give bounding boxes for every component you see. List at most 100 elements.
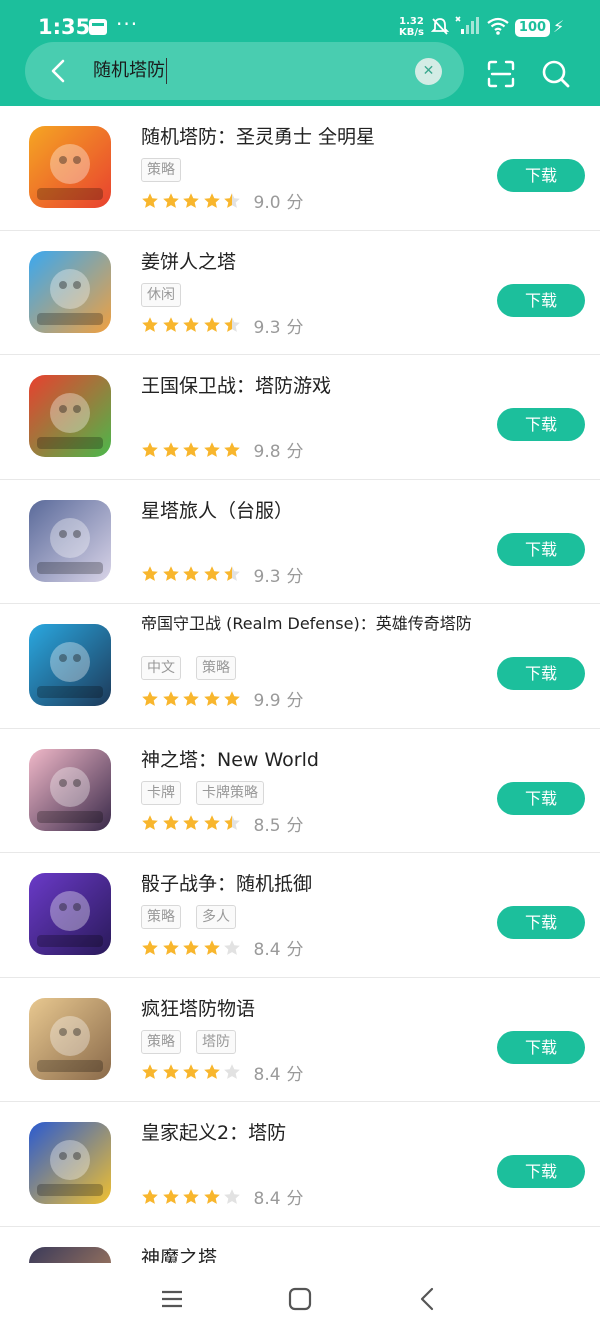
list-item[interactable]: 骰子战争：随机抵御 策略 多人 8.4 分下载 xyxy=(0,853,600,978)
download-button[interactable]: 下载 xyxy=(497,1030,585,1064)
star-icon xyxy=(203,566,220,581)
score-value: 9.9 xyxy=(253,691,281,711)
star-icon xyxy=(142,1064,158,1079)
netmarble-icon[interactable] xyxy=(29,748,111,831)
star-icon xyxy=(162,690,179,706)
home-icon[interactable] xyxy=(286,1285,314,1313)
download-button[interactable]: 下载 xyxy=(497,781,585,815)
list-item[interactable]: 帝国守卫战 (Realm Defense)：英雄传奇塔防 中文 策略 9.9 分下载 xyxy=(0,604,600,729)
list-item[interactable]: 疯狂塔防物语 策略 塔防 8.4 分下载 xyxy=(0,978,600,1102)
rating: 8.4 分 xyxy=(141,1184,304,1209)
list-item[interactable]: 神魔之塔 xyxy=(0,1227,600,1264)
category-tag: 策略 xyxy=(196,656,236,680)
download-button[interactable]: 下载 xyxy=(497,283,585,317)
star-icon xyxy=(224,690,240,706)
app-title[interactable]: 帝国守卫战 (Realm Defense)：英雄传奇塔防 xyxy=(141,612,481,635)
app-screen: 1:35 ··· 1.32 KB/s 100 ⚡ 随机塔防 ✕ 随机塔防：圣灵勇… xyxy=(0,0,600,1333)
app-title[interactable]: 神魔之塔 xyxy=(141,1245,481,1264)
back-nav-icon[interactable] xyxy=(414,1285,442,1313)
search-results-list[interactable]: 随机塔防：圣灵勇士 全明星 策略 9.0 分下载 姜饼人之塔 休闲 9.3 分下载 王国保卫战：… xyxy=(0,106,600,1263)
score-value: 9.3 xyxy=(253,566,281,587)
list-item[interactable]: 王国保卫战：塔防游戏 9.8 分 下载 xyxy=(0,355,600,480)
menu-icon[interactable] xyxy=(158,1285,186,1313)
app-tags: 卡牌 卡牌策略 xyxy=(141,780,279,805)
score-value: 8.4 xyxy=(253,1189,281,1209)
crazy-defense-icon[interactable] xyxy=(29,997,111,1080)
app-title[interactable]: 骰子战争：随机抵御 xyxy=(141,871,481,897)
kingdom-rush-icon[interactable] xyxy=(29,375,111,457)
category-tag: 休闲 xyxy=(141,282,181,307)
star-icon xyxy=(183,815,199,830)
app-title[interactable]: 姜饼人之塔 xyxy=(141,249,481,275)
app-title[interactable]: 皇家起义2：塔防 xyxy=(141,1120,481,1146)
app-tags: 中文 策略 xyxy=(141,656,251,680)
category-tag: 卡牌 xyxy=(141,780,181,805)
download-button[interactable]: 下载 xyxy=(497,906,585,939)
score-unit: 分 xyxy=(286,1064,304,1085)
notification-app-icon xyxy=(89,19,107,35)
app-tags: 策略 xyxy=(141,158,196,182)
download-button[interactable]: 下载 xyxy=(497,159,585,192)
score: 8.5 分 xyxy=(254,811,304,836)
anime-girl-icon[interactable] xyxy=(29,499,111,582)
network-speed: 1.32 KB/s xyxy=(399,16,424,38)
star-icon xyxy=(183,1064,199,1079)
mute-bell-icon xyxy=(430,18,450,35)
star-icon xyxy=(162,815,179,830)
star-icon xyxy=(183,1188,199,1204)
search-box[interactable] xyxy=(25,42,464,100)
app-title[interactable]: 疯狂塔防物语 xyxy=(141,996,481,1022)
realm-defense-icon[interactable] xyxy=(29,624,111,706)
star-icon xyxy=(162,317,179,332)
score: 9.3 分 xyxy=(254,313,304,338)
score-unit: 分 xyxy=(286,940,304,960)
star-icon xyxy=(224,441,240,457)
star-icon xyxy=(203,441,220,457)
back-arrow-icon[interactable] xyxy=(44,56,74,86)
star-icon xyxy=(203,1188,220,1204)
clear-search-button[interactable]: ✕ xyxy=(415,58,442,85)
star-icon xyxy=(224,939,240,955)
search-input[interactable]: 随机塔防 xyxy=(93,58,167,84)
list-item[interactable]: 皇家起义2：塔防 8.4 分 下载 xyxy=(0,1102,600,1227)
cellular-signal-icon xyxy=(455,16,479,34)
score: 9.8 分 xyxy=(254,437,304,462)
list-item[interactable]: 随机塔防：圣灵勇士 全明星 策略 9.0 分 下载 xyxy=(0,106,600,231)
download-button[interactable]: 下载 xyxy=(497,408,585,441)
app-title[interactable]: 神之塔：New World xyxy=(141,747,481,773)
score-value: 9.3 xyxy=(253,317,281,338)
search-icon[interactable] xyxy=(540,58,572,90)
list-item[interactable]: 星塔旅人（台服） 9.3 分 下载 xyxy=(0,480,600,604)
tower-of-saviors-icon[interactable] xyxy=(29,1246,111,1263)
star-icon xyxy=(224,1064,240,1079)
download-button[interactable]: 下载 xyxy=(497,532,585,566)
list-item[interactable]: 姜饼人之塔休闲 9.3 分 下载 xyxy=(0,231,600,355)
list-item[interactable]: 神之塔：New World 卡牌 卡牌策略 8.5 分 下载 xyxy=(0,729,600,853)
score: 8.4 分 xyxy=(254,935,304,960)
star-icon xyxy=(183,939,199,955)
gingerbread-adventures-icon[interactable] xyxy=(29,250,111,333)
more-notifications-icon: ··· xyxy=(116,12,139,36)
category-tag: 策略 xyxy=(141,158,181,182)
score-value: 8.4 xyxy=(253,1064,281,1085)
rating: 9.0 分 xyxy=(141,188,304,213)
app-title[interactable]: 随机塔防：圣灵勇士 全明星 xyxy=(141,124,481,150)
dice-icon[interactable] xyxy=(29,873,111,955)
star-icon xyxy=(224,192,240,208)
download-button[interactable]: 下载 xyxy=(497,657,585,690)
star-icon xyxy=(224,1188,240,1204)
rating: 9.3 分 xyxy=(141,562,304,587)
star-icon xyxy=(203,317,220,332)
app-title[interactable]: 星塔旅人（台服） xyxy=(141,498,481,524)
hero-event-icon[interactable] xyxy=(29,126,111,208)
score-unit: 分 xyxy=(286,193,304,213)
score-value: 9.0 xyxy=(253,193,281,213)
app-title[interactable]: 王国保卫战：塔防游戏 xyxy=(141,373,481,399)
royal-revolt-icon[interactable] xyxy=(29,1122,111,1204)
rating: 8.5 分 xyxy=(141,811,304,836)
star-icon xyxy=(142,690,158,706)
rating: 9.3 分 xyxy=(141,313,304,338)
download-button[interactable]: 下载 xyxy=(497,1155,585,1188)
scan-icon[interactable] xyxy=(485,58,517,90)
star-icon xyxy=(183,690,199,706)
